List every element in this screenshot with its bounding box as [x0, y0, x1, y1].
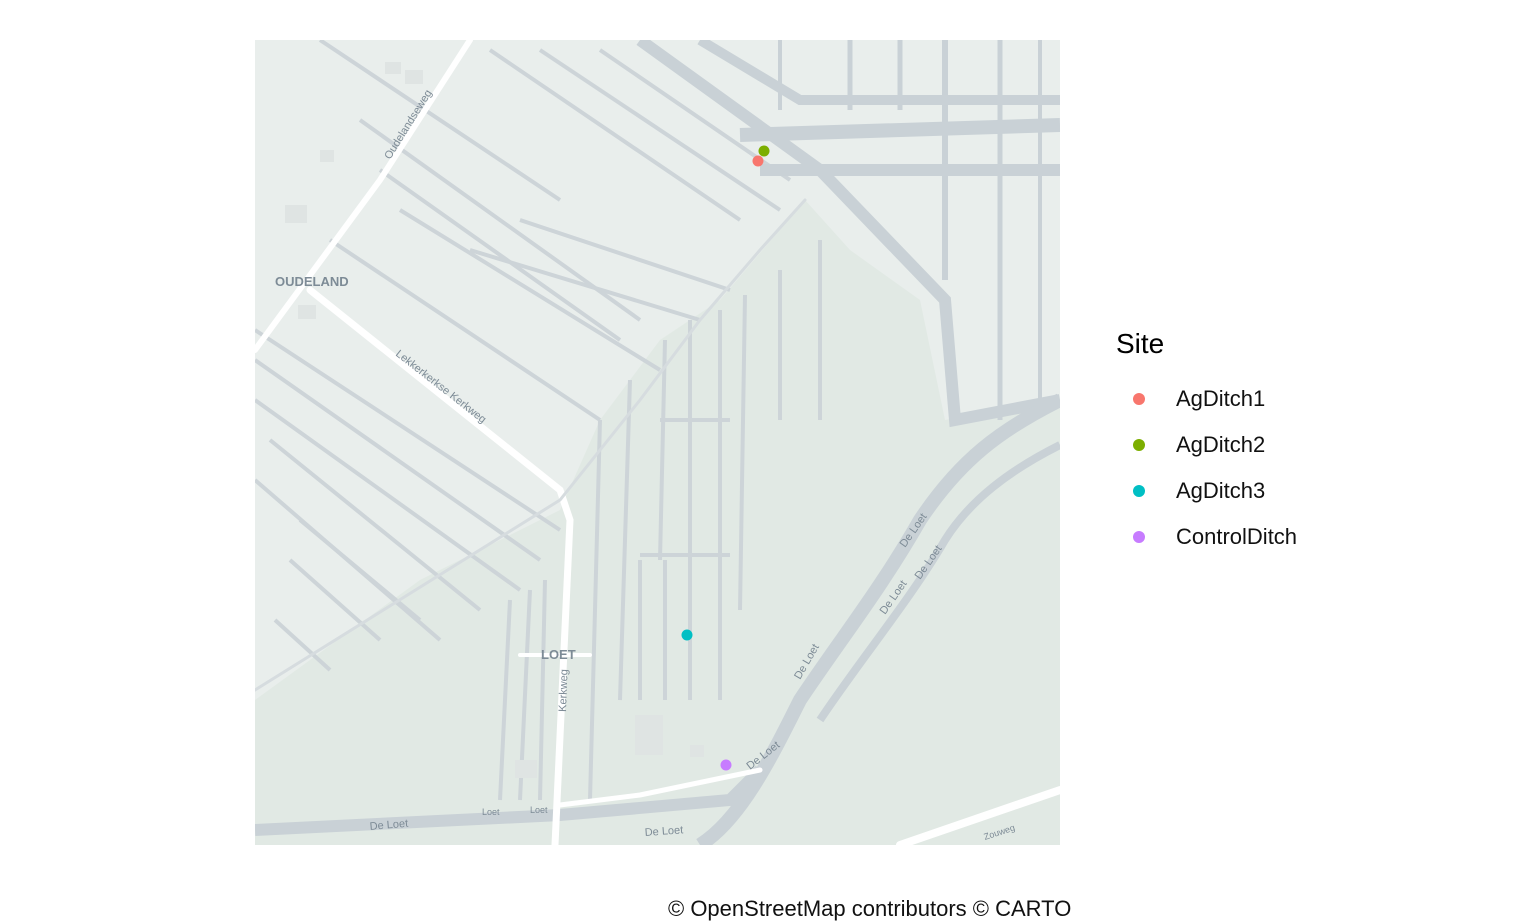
legend-item-agditch2: AgDitch2 — [1116, 422, 1416, 468]
legend-key-agditch3 — [1133, 485, 1145, 497]
legend-label-agditch2: AgDitch2 — [1176, 432, 1266, 457]
legend-item-agditch3: AgDitch3 — [1116, 468, 1416, 514]
legend-key-agditch1 — [1133, 393, 1145, 405]
legend-key-agditch2 — [1133, 439, 1145, 451]
legend-title: Site — [1116, 328, 1165, 359]
legend-label-controlditch: ControlDitch — [1176, 524, 1298, 549]
place-label-loet: LOET — [541, 647, 576, 662]
site-point-controlditch — [720, 759, 732, 771]
legend-label-agditch3: AgDitch3 — [1176, 478, 1266, 503]
road-label-kerkweg: Kerkweg — [557, 669, 570, 712]
road-label-loet-1: Loet — [482, 807, 500, 817]
attribution-caption: © OpenStreetMap contributors © CARTO — [668, 896, 1072, 921]
legend-item-agditch1: AgDitch1 — [1116, 376, 1416, 422]
basemap: OUDELAND LOET Oudelandseweg Lekkerkerkse… — [255, 40, 1060, 845]
legend: Site AgDitch1 AgDitch2 AgDitch3 ControlD… — [1116, 326, 1416, 560]
legend-item-controlditch: ControlDitch — [1116, 514, 1416, 560]
place-label-oudeland: OUDELAND — [275, 274, 349, 289]
site-point-agditch2 — [758, 145, 770, 157]
road-label-loet-2: Loet — [530, 805, 548, 815]
site-point-agditch1 — [752, 155, 764, 167]
legend-label-agditch1: AgDitch1 — [1176, 386, 1266, 411]
site-point-agditch3 — [681, 629, 693, 641]
legend-key-controlditch — [1133, 531, 1145, 543]
